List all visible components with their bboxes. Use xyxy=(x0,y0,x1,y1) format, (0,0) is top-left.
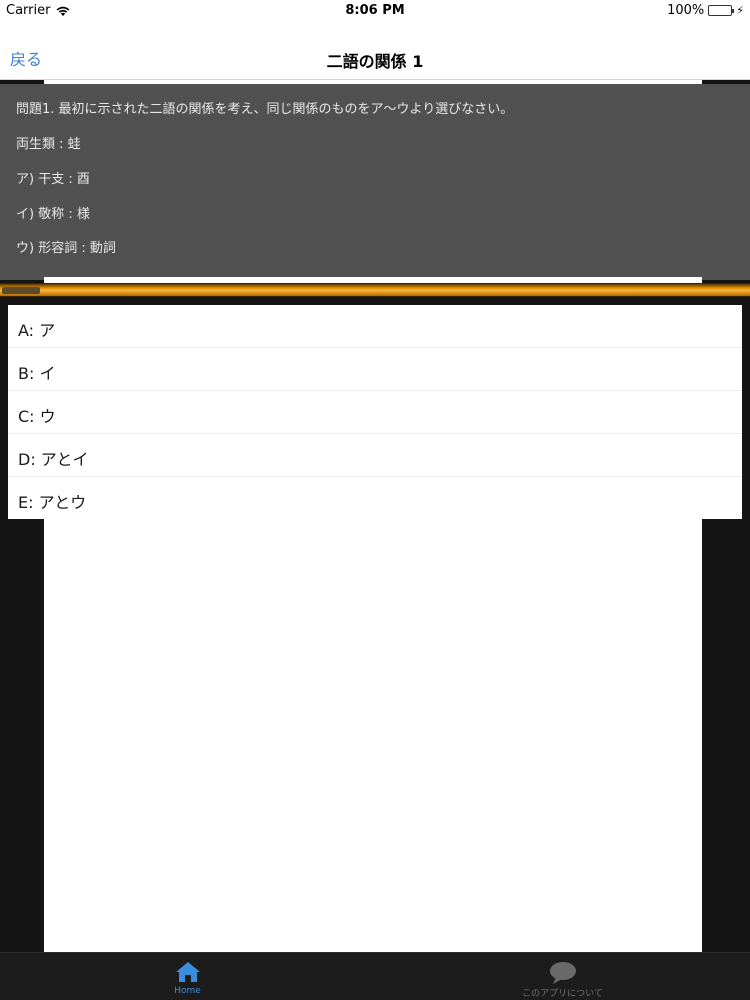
status-bar: Carrier 8:06 PM 100% ⚡ xyxy=(0,0,750,22)
answer-option-b[interactable]: B: イ xyxy=(8,348,742,391)
tab-bar: Home このアプリについて xyxy=(0,952,750,1000)
battery-icon xyxy=(708,5,735,16)
speech-bubble-icon xyxy=(549,962,576,984)
option-u-text: ウ) 形容詞 : 動詞 xyxy=(16,241,116,256)
page-title: 二語の関係 1 xyxy=(326,52,424,71)
tab-home-label: Home xyxy=(174,986,201,996)
answer-label: C: ウ xyxy=(18,407,56,426)
answer-label: B: イ xyxy=(18,364,56,383)
slider-shadow xyxy=(0,297,750,305)
battery-group: 100% ⚡ xyxy=(667,3,744,18)
answer-option-a[interactable]: A: ア xyxy=(8,305,742,348)
battery-percent: 100% xyxy=(667,3,705,18)
question-text: 問題1. 最初に示された二語の関係を考え、同じ関係のものをア〜ウより選びなさい。 xyxy=(16,102,514,117)
answer-label: E: アとウ xyxy=(18,493,87,512)
option-a-text: ア) 干支 : 酉 xyxy=(16,172,90,187)
question-panel: 問題1. 最初に示された二語の関係を考え、同じ関係のものをア〜ウより選びなさい。… xyxy=(0,84,750,280)
answer-label: D: アとイ xyxy=(18,450,89,469)
tab-about[interactable]: このアプリについて xyxy=(375,953,750,1000)
answer-label: A: ア xyxy=(18,321,56,340)
answer-list: A: ア B: イ C: ウ D: アとイ E: アとウ xyxy=(8,305,742,519)
answer-option-e[interactable]: E: アとウ xyxy=(8,477,742,519)
answer-option-c[interactable]: C: ウ xyxy=(8,391,742,434)
tab-about-label: このアプリについて xyxy=(522,989,603,999)
slider-handle[interactable] xyxy=(2,287,40,294)
answer-option-d[interactable]: D: アとイ xyxy=(8,434,742,477)
navigation-bar: 戻る 二語の関係 1 xyxy=(0,22,750,80)
option-i-text: イ) 敬称 : 様 xyxy=(16,207,90,222)
tab-home[interactable]: Home xyxy=(0,953,375,1000)
home-icon xyxy=(175,962,200,982)
resize-slider[interactable] xyxy=(0,283,750,297)
status-time: 8:06 PM xyxy=(345,3,405,18)
question-pair: 両生類 : 蛙 xyxy=(16,137,81,152)
charging-bolt-icon: ⚡ xyxy=(736,4,744,17)
